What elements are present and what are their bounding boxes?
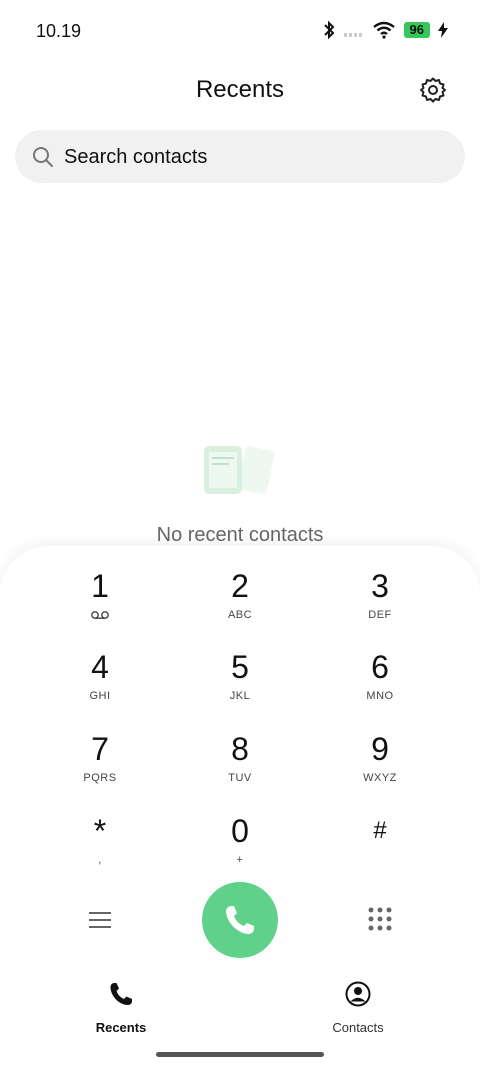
dial-key-1[interactable]: 1 <box>30 568 170 638</box>
dial-key-0[interactable]: 0 + <box>170 813 310 883</box>
phone-icon <box>110 983 132 1005</box>
menu-icon[interactable] <box>86 906 114 934</box>
key-letters: MNO <box>366 690 394 702</box>
dial-key-6[interactable]: 6 MNO <box>310 649 450 719</box>
dial-key-8[interactable]: 8 TUV <box>170 731 310 801</box>
status-bar: 10.19 96 <box>0 0 480 62</box>
empty-recents-illustration <box>204 446 275 494</box>
search-contacts-bar[interactable]: Search contacts <box>15 130 465 183</box>
nav-label-contacts: Contacts <box>332 1020 384 1035</box>
nav-tab-contacts[interactable]: Contacts <box>298 980 418 1040</box>
key-digit: * <box>93 813 107 849</box>
key-letters: ABC <box>227 609 253 621</box>
key-letters: JKL <box>229 690 251 702</box>
key-digit: 7 <box>91 731 109 767</box>
key-digit: 3 <box>371 568 389 604</box>
key-digit: 0 <box>231 813 249 849</box>
key-letters: , <box>98 854 102 866</box>
key-letters: PQRS <box>83 772 117 784</box>
nav-tab-recents[interactable]: Recents <box>61 980 181 1040</box>
dial-key-3[interactable]: 3 DEF <box>310 568 450 638</box>
key-letters: WXYZ <box>363 772 397 784</box>
search-placeholder: Search contacts <box>64 146 208 168</box>
battery-indicator: 96 <box>403 22 430 38</box>
key-digit: 5 <box>231 649 249 685</box>
dial-key-star[interactable]: * , <box>30 813 170 883</box>
call-button[interactable] <box>202 882 278 958</box>
dial-key-9[interactable]: 9 WXYZ <box>310 731 450 801</box>
voicemail-icon <box>91 611 109 619</box>
key-letters: + <box>236 854 244 866</box>
signal-icon <box>343 33 362 37</box>
settings-gear-icon[interactable] <box>419 76 447 104</box>
key-digit: 6 <box>371 649 389 685</box>
page-title: Recents <box>195 76 285 103</box>
key-letters: GHI <box>89 690 111 702</box>
search-icon <box>33 147 53 167</box>
contact-avatar-icon <box>345 981 371 1007</box>
status-icons: 96 <box>322 20 448 40</box>
key-digit: 8 <box>231 731 249 767</box>
empty-state-message: No recent contacts <box>156 524 324 546</box>
key-digit: 9 <box>371 731 389 767</box>
dial-key-4[interactable]: 4 GHI <box>30 649 170 719</box>
bluetooth-icon <box>323 20 334 40</box>
key-digit: 4 <box>91 649 109 685</box>
home-indicator[interactable] <box>156 1052 324 1057</box>
dial-key-hash[interactable]: # <box>310 813 450 883</box>
phone-icon <box>226 906 254 934</box>
key-letters: DEF <box>368 609 392 621</box>
charging-icon <box>438 22 448 38</box>
key-digit: 1 <box>91 568 109 604</box>
dial-key-2[interactable]: 2 ABC <box>170 568 310 638</box>
key-letters: TUV <box>228 772 252 784</box>
wifi-icon <box>372 21 395 39</box>
nav-label-recents: Recents <box>95 1020 147 1035</box>
dialpad-toggle-icon[interactable] <box>366 905 394 933</box>
dial-key-5[interactable]: 5 JKL <box>170 649 310 719</box>
status-time: 10.19 <box>36 21 82 41</box>
key-digit: 2 <box>231 568 249 604</box>
dial-key-7[interactable]: 7 PQRS <box>30 731 170 801</box>
key-digit: # <box>373 817 387 844</box>
